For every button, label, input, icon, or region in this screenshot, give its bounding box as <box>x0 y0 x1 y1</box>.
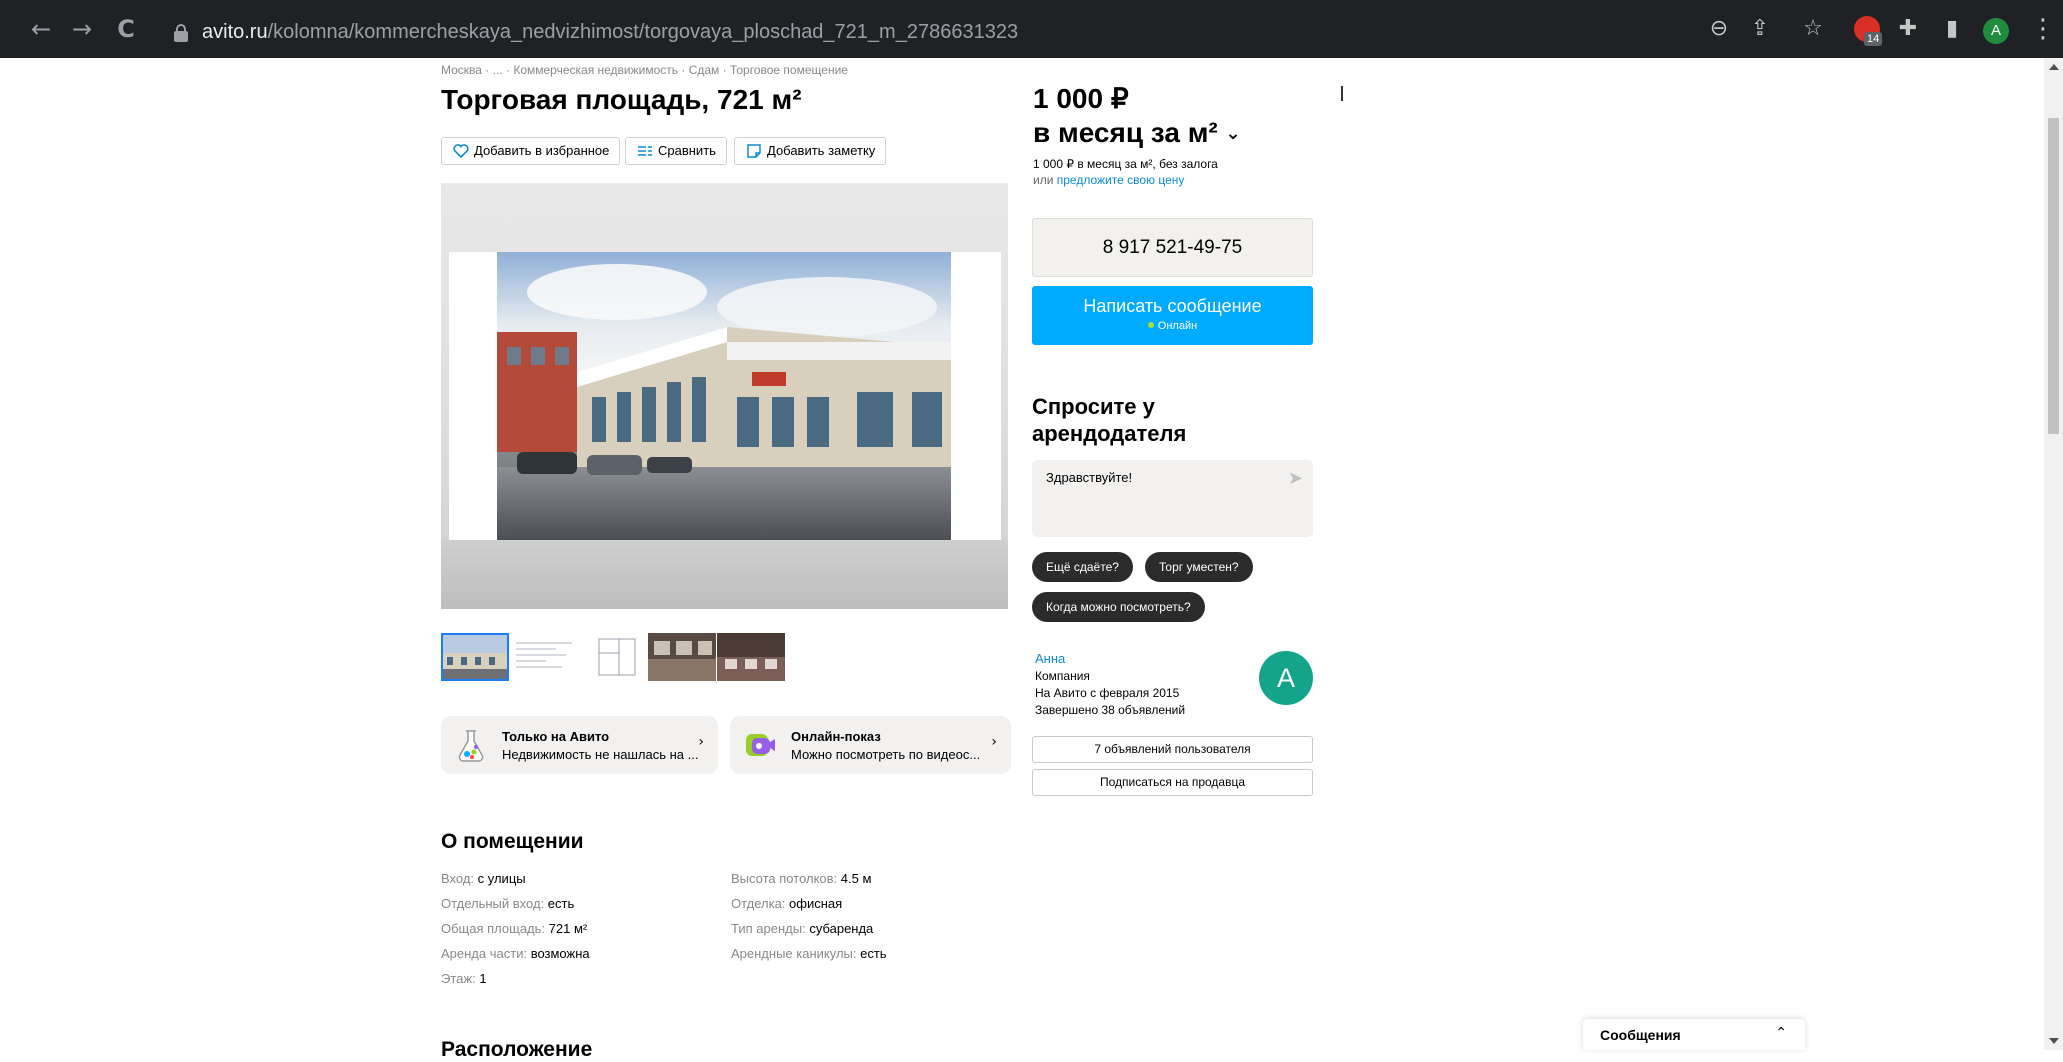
param-ceiling-height: Высота потолков: 4.5 м <box>731 871 872 886</box>
messages-label: Сообщения <box>1600 1027 1681 1043</box>
param-finishing: Отделка: офисная <box>731 896 843 911</box>
quick-question-chip[interactable]: Торг уместен? <box>1145 552 1253 582</box>
chevron-right-icon: › <box>991 734 997 750</box>
profile-avatar[interactable]: A <box>1983 18 2009 44</box>
add-note-button[interactable]: Добавить заметку <box>734 137 887 165</box>
browser-toolbar: ← → C avito.ru/kolomna/kommercheskaya_ne… <box>0 0 2063 58</box>
online-status: Онлайн <box>1032 320 1313 332</box>
send-icon[interactable]: ➤ <box>1288 468 1303 489</box>
side-panel-icon[interactable]: ▮ <box>1938 16 1966 42</box>
address-bar[interactable]: avito.ru/kolomna/kommercheskaya_nedvizhi… <box>160 12 1822 56</box>
param-partial-rent: Аренда части: возможна <box>441 946 590 961</box>
add-to-favorites-label: Добавить в избранное <box>474 143 610 158</box>
subscribe-seller-button[interactable]: Подписаться на продавца <box>1032 769 1313 796</box>
seller-since: На Авито с февраля 2015 <box>1035 686 1180 700</box>
seller-type: Компания <box>1035 669 1090 683</box>
seller-avatar[interactable]: A <box>1259 651 1313 705</box>
chevron-down-icon[interactable]: ⌄ <box>1226 123 1241 144</box>
thumbnail-1[interactable] <box>441 633 509 681</box>
breadcrumb-item[interactable]: Сдам <box>689 63 720 77</box>
seller-name-link[interactable]: Анна <box>1035 651 1065 666</box>
extension-notification-icon[interactable]: 14 <box>1854 16 1883 46</box>
scroll-up-arrow-icon[interactable] <box>2049 64 2059 70</box>
price-note: 1 000 ₽ в месяц за м², без залога <box>1033 157 1218 171</box>
about-section-title: О помещении <box>441 830 584 853</box>
write-message-button[interactable]: Написать сообщение Онлайн <box>1032 286 1313 345</box>
messages-widget[interactable]: Сообщения ⌃ <box>1583 1019 1805 1050</box>
write-message-label: Написать сообщение <box>1083 296 1262 316</box>
compare-button[interactable]: Сравнить <box>625 137 727 165</box>
lock-icon[interactable] <box>174 24 188 42</box>
flask-icon <box>458 730 484 762</box>
breadcrumb-item[interactable]: Москва <box>441 63 482 77</box>
add-to-favorites-button[interactable]: Добавить в избранное <box>441 137 621 165</box>
scroll-down-arrow-icon[interactable] <box>2049 1038 2059 1044</box>
thumbnail-3[interactable] <box>579 633 647 681</box>
breadcrumb-item[interactable]: Торговое помещение <box>730 63 848 77</box>
breadcrumb: Москва · ... · Коммерческая недвижимость… <box>441 63 848 77</box>
thumbnail-2[interactable] <box>510 633 578 681</box>
url-host: avito.ru <box>202 21 268 43</box>
quick-question-chip[interactable]: Когда можно посмотреть? <box>1032 592 1205 622</box>
promo-title: Онлайн-показ <box>791 729 881 744</box>
page-title: Торговая площадь, 721 м² <box>441 84 802 115</box>
extensions-puzzle-icon[interactable]: ✚ <box>1894 16 1922 42</box>
promo-title: Только на Авито <box>502 729 610 744</box>
param-floor: Этаж: 1 <box>441 971 487 986</box>
share-icon[interactable]: ⇪ <box>1746 16 1774 42</box>
online-dot-icon <box>1147 322 1154 328</box>
add-note-label: Добавить заметку <box>767 143 876 158</box>
chevron-right-icon: › <box>698 734 704 750</box>
offer-price-link[interactable]: предложите свою цену <box>1057 173 1185 187</box>
param-entrance: Вход: с улицы <box>441 871 526 886</box>
compare-icon <box>638 146 652 156</box>
price-block: 1 000 ₽ в месяц за м² ⌄ <box>1033 82 1241 151</box>
ask-message-input[interactable]: Здравствуйте! ➤ <box>1032 460 1313 537</box>
param-total-area: Общая площадь: 721 м² <box>441 921 588 936</box>
thumbnail-4[interactable] <box>648 633 716 681</box>
photo-blur-fill <box>441 540 1008 609</box>
bookmark-star-icon[interactable]: ☆ <box>1799 16 1827 42</box>
url-text[interactable]: avito.ru/kolomna/kommercheskaya_nedvizhi… <box>202 21 1018 44</box>
thumbnail-5[interactable] <box>717 633 785 681</box>
reload-icon[interactable]: C <box>109 12 143 46</box>
building-photo <box>497 252 951 540</box>
browser-menu-icon[interactable]: ⋮ <box>2030 14 2056 44</box>
ask-message-text[interactable]: Здравствуйте! <box>1046 470 1132 485</box>
ask-landlord-title: Спросите у арендодателя <box>1032 394 1187 446</box>
text-cursor <box>1341 86 1343 101</box>
zoom-icon[interactable]: ⊖ <box>1705 16 1733 42</box>
main-photo[interactable] <box>441 183 1008 609</box>
note-icon <box>747 144 761 158</box>
forward-icon[interactable]: → <box>65 12 99 46</box>
building-image <box>497 252 951 540</box>
back-icon[interactable]: ← <box>24 12 58 46</box>
heart-icon <box>453 144 469 158</box>
show-phone-button[interactable]: 8 917 521-49-75 <box>1032 218 1313 277</box>
price-offer: или предложите свою цену <box>1033 173 1185 187</box>
promo-only-on-avito[interactable]: Только на Авито Недвижимость не нашлась … <box>441 716 718 774</box>
param-rent-type: Тип аренды: субаренда <box>731 921 874 936</box>
quick-question-chip[interactable]: Ещё сдаёте? <box>1032 552 1133 582</box>
chevron-up-icon[interactable]: ⌃ <box>1775 1025 1787 1041</box>
url-path: /kolomna/kommercheskaya_nedvizhimost/tor… <box>267 21 1019 43</box>
breadcrumb-item[interactable]: ... <box>493 63 503 77</box>
promo-text: Можно посмотреть по видеос... <box>791 747 981 762</box>
price-amount: 1 000 ₽ <box>1033 83 1129 114</box>
price-unit-selector[interactable]: в месяц за м² ⌄ <box>1033 116 1241 151</box>
breadcrumb-item[interactable]: Коммерческая недвижимость <box>513 63 678 77</box>
seller-listings-button[interactable]: 7 объявлений пользователя <box>1032 736 1313 763</box>
page-scrollbar[interactable] <box>2044 58 2063 1050</box>
video-call-icon <box>746 734 775 756</box>
extension-badge-count: 14 <box>1864 32 1883 46</box>
scrollbar-thumb[interactable] <box>2048 118 2059 434</box>
compare-label: Сравнить <box>658 143 716 158</box>
price-unit: в месяц за м² <box>1033 117 1218 148</box>
promo-text: Недвижимость не нашлась на ... <box>502 747 699 762</box>
param-separate-entrance: Отдельный вход: есть <box>441 896 575 911</box>
seller-completed: Завершено 38 объявлений <box>1035 703 1186 717</box>
promo-online-showing[interactable]: Онлайн-показ Можно посмотреть по видеос.… <box>730 716 1011 774</box>
location-section-title: Расположение <box>441 1038 593 1061</box>
param-rent-holidays: Арендные каникулы: есть <box>731 946 887 961</box>
